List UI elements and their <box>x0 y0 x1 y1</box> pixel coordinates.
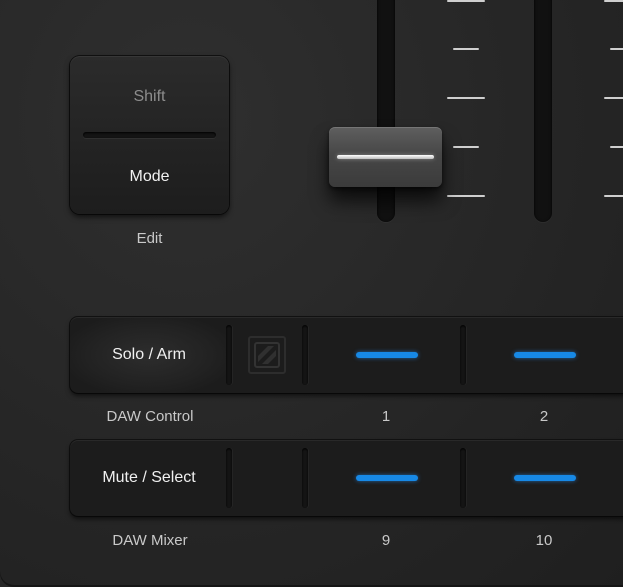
strip-separator <box>226 448 232 508</box>
strip-separator <box>460 448 466 508</box>
scale-mark <box>453 146 479 148</box>
pad-9-label: 9 <box>381 532 391 549</box>
controller-panel: Shift Mode Edit Solo / Arm DAW Control 1… <box>0 0 623 587</box>
scale-mark <box>447 97 485 99</box>
daw-mixer-label: DAW Mixer <box>112 532 188 549</box>
pad-1-led[interactable] <box>356 352 418 358</box>
pad-2-led[interactable] <box>514 352 576 358</box>
scale-mark <box>604 195 623 197</box>
edit-label: Edit <box>136 230 163 247</box>
shift-label: Shift <box>133 88 166 105</box>
scale-mark <box>610 146 623 148</box>
pad-strip-row-2: Mute / Select <box>70 440 623 516</box>
scale-mark <box>447 0 485 2</box>
pad-2-label: 2 <box>539 408 549 425</box>
fader-cap-indicator <box>337 155 434 159</box>
strip-separator <box>302 325 308 385</box>
pad-10-led[interactable] <box>514 475 576 481</box>
solo-arm-button[interactable]: Solo / Arm <box>70 317 228 393</box>
scale-mark <box>610 48 623 50</box>
logo-icon <box>248 336 286 374</box>
daw-control-label: DAW Control <box>106 408 194 425</box>
pad-strip-row-1: Solo / Arm <box>70 317 623 393</box>
strip-separator <box>302 448 308 508</box>
scale-mark <box>453 48 479 50</box>
mute-select-button[interactable]: Mute / Select <box>70 440 228 516</box>
pad-9-led[interactable] <box>356 475 418 481</box>
pad-10-label: 10 <box>535 532 553 549</box>
scale-mark <box>447 195 485 197</box>
strip-separator <box>226 325 232 385</box>
fader-track-2 <box>534 0 552 222</box>
mode-label: Mode <box>129 168 170 185</box>
pad-1-label: 1 <box>381 408 391 425</box>
fader-cap[interactable] <box>329 127 442 187</box>
mode-button[interactable]: Shift Mode <box>70 56 229 214</box>
scale-mark <box>604 97 623 99</box>
fader-track-1 <box>377 0 395 222</box>
scale-mark <box>604 0 623 2</box>
mode-button-divider <box>83 132 216 138</box>
strip-separator <box>460 325 466 385</box>
mute-select-label: Mute / Select <box>102 469 196 486</box>
solo-arm-label: Solo / Arm <box>112 346 186 363</box>
